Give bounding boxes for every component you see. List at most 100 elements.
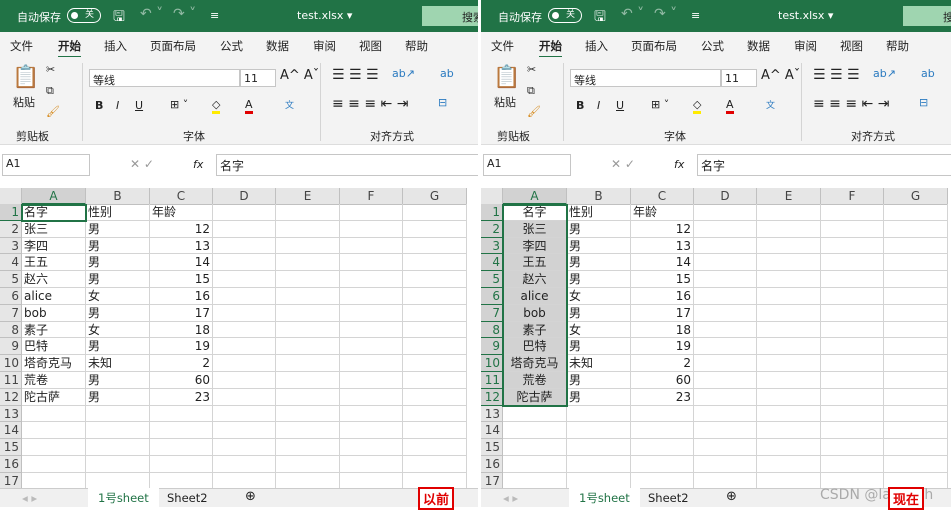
select-all-corner[interactable] bbox=[0, 188, 22, 205]
grid-cell[interactable] bbox=[403, 271, 467, 288]
grid-cell[interactable]: 赵六 bbox=[22, 271, 86, 288]
grid-cell[interactable]: 男 bbox=[86, 388, 150, 406]
search-box[interactable]: 搜索 bbox=[903, 6, 951, 26]
underline-button[interactable]: U bbox=[616, 99, 624, 112]
row-header[interactable]: 9 bbox=[481, 338, 503, 356]
grid-cell[interactable]: 18 bbox=[631, 321, 694, 339]
grid-cell[interactable] bbox=[503, 422, 567, 440]
grid-cell[interactable] bbox=[403, 254, 467, 272]
row-header[interactable]: 8 bbox=[481, 321, 503, 339]
grid-cell[interactable] bbox=[340, 288, 403, 305]
column-header-F[interactable]: F bbox=[340, 188, 403, 205]
grid-cell[interactable] bbox=[276, 372, 340, 389]
grid-cell[interactable] bbox=[821, 220, 884, 238]
grid-cell[interactable] bbox=[884, 254, 948, 272]
scroll-left-icon[interactable]: ◂ ▸ bbox=[503, 491, 518, 505]
row-header[interactable]: 8 bbox=[0, 321, 22, 339]
grid-cell[interactable]: 张三 bbox=[22, 220, 86, 238]
grid-cell[interactable] bbox=[694, 439, 757, 456]
grid-cell[interactable] bbox=[340, 271, 403, 288]
grid-cell[interactable] bbox=[757, 439, 821, 456]
row-header[interactable]: 13 bbox=[0, 405, 22, 423]
grid-cell[interactable]: 15 bbox=[150, 271, 213, 288]
merge-icon[interactable]: ⊟ bbox=[438, 96, 447, 109]
row-header[interactable]: 9 bbox=[0, 338, 22, 356]
cancel-icon[interactable]: ✕ ✓ bbox=[130, 157, 154, 171]
tab-2[interactable]: 插入 bbox=[585, 38, 608, 54]
grid-cell[interactable]: 14 bbox=[631, 254, 694, 272]
grid-cell[interactable]: 女 bbox=[567, 321, 631, 339]
grid-cell[interactable] bbox=[821, 372, 884, 389]
grid-cell[interactable] bbox=[694, 254, 757, 272]
save-icon[interactable]: 🖫 bbox=[594, 6, 606, 30]
column-header-C[interactable]: C bbox=[631, 188, 694, 205]
grid-cell[interactable] bbox=[567, 456, 631, 473]
grid-cell[interactable]: 男 bbox=[567, 304, 631, 322]
tab-5[interactable]: 数据 bbox=[747, 38, 770, 54]
grid-cell[interactable] bbox=[340, 338, 403, 356]
paste-button[interactable]: 粘贴 bbox=[13, 94, 35, 110]
tab-1[interactable]: 开始 bbox=[58, 38, 81, 58]
grid-cell[interactable] bbox=[403, 204, 467, 221]
row-header[interactable]: 15 bbox=[0, 439, 22, 456]
grid-cell[interactable] bbox=[213, 422, 276, 440]
scroll-left-icon[interactable]: ◂ ▸ bbox=[22, 491, 37, 505]
grid-cell[interactable] bbox=[821, 271, 884, 288]
grid-cell[interactable]: 塔奇克马 bbox=[22, 355, 86, 372]
grid-cell[interactable] bbox=[757, 204, 821, 221]
grid-cell[interactable] bbox=[403, 456, 467, 473]
grid-cell[interactable]: 荒卷 bbox=[22, 372, 86, 389]
grid-cell[interactable]: 男 bbox=[86, 254, 150, 272]
customize-icon[interactable]: ≡ bbox=[210, 9, 219, 22]
row-header[interactable]: 1 bbox=[0, 204, 22, 221]
grid-cell[interactable] bbox=[276, 321, 340, 339]
row-header[interactable]: 11 bbox=[0, 372, 22, 389]
grid-cell[interactable] bbox=[503, 456, 567, 473]
grid-cell[interactable] bbox=[276, 288, 340, 305]
wrap-icon[interactable]: ab bbox=[440, 67, 454, 80]
grid-cell[interactable] bbox=[884, 304, 948, 322]
font-size-box[interactable]: 11 bbox=[240, 69, 276, 87]
grid-cell[interactable] bbox=[757, 388, 821, 406]
column-header-D[interactable]: D bbox=[213, 188, 276, 205]
format-painter-icon[interactable]: 🖌 bbox=[527, 105, 541, 118]
grid-cell[interactable] bbox=[757, 355, 821, 372]
sheet-tab[interactable]: Sheet2 bbox=[648, 491, 689, 505]
grid-cell[interactable] bbox=[757, 422, 821, 440]
tab-2[interactable]: 插入 bbox=[104, 38, 127, 54]
grid-cell[interactable]: 性别 bbox=[86, 204, 150, 221]
fill-color-icon[interactable]: ◇ bbox=[212, 98, 221, 114]
grid-cell[interactable] bbox=[340, 405, 403, 423]
grid-cell[interactable] bbox=[567, 422, 631, 440]
add-sheet-button[interactable]: ⊕ bbox=[245, 489, 256, 504]
grid-cell[interactable] bbox=[86, 405, 150, 423]
grid-cell[interactable] bbox=[884, 456, 948, 473]
row-header[interactable]: 1 bbox=[481, 204, 503, 221]
grid-cell[interactable] bbox=[150, 405, 213, 423]
grid-cell[interactable] bbox=[757, 405, 821, 423]
grid-cell[interactable] bbox=[884, 204, 948, 221]
align-top-icon[interactable]: ☰ ☰ ☰ bbox=[813, 67, 860, 83]
grid-cell[interactable] bbox=[821, 321, 884, 339]
grid-cell[interactable] bbox=[340, 388, 403, 406]
row-header[interactable]: 2 bbox=[0, 220, 22, 238]
column-header-C[interactable]: C bbox=[150, 188, 213, 205]
grid-cell[interactable]: 16 bbox=[150, 288, 213, 305]
border-icon[interactable]: ⊞ ˅ bbox=[170, 98, 188, 111]
cut-icon[interactable]: ✂ bbox=[527, 63, 536, 76]
row-header[interactable]: 10 bbox=[481, 355, 503, 372]
grid-cell[interactable] bbox=[821, 288, 884, 305]
grid-cell[interactable] bbox=[757, 338, 821, 356]
grid-cell[interactable] bbox=[213, 338, 276, 356]
grid-cell[interactable] bbox=[150, 439, 213, 456]
grid-cell[interactable] bbox=[276, 237, 340, 255]
grid-cell[interactable] bbox=[150, 456, 213, 473]
grid-cell[interactable] bbox=[403, 405, 467, 423]
grid-cell[interactable] bbox=[694, 288, 757, 305]
autosave-toggle[interactable]: 关 bbox=[67, 8, 101, 23]
grid-cell[interactable]: 男 bbox=[567, 254, 631, 272]
orientation-icon[interactable]: ab↗ bbox=[873, 67, 896, 80]
row-header[interactable]: 5 bbox=[0, 271, 22, 288]
grid-cell[interactable] bbox=[403, 220, 467, 238]
grid-cell[interactable] bbox=[694, 456, 757, 473]
